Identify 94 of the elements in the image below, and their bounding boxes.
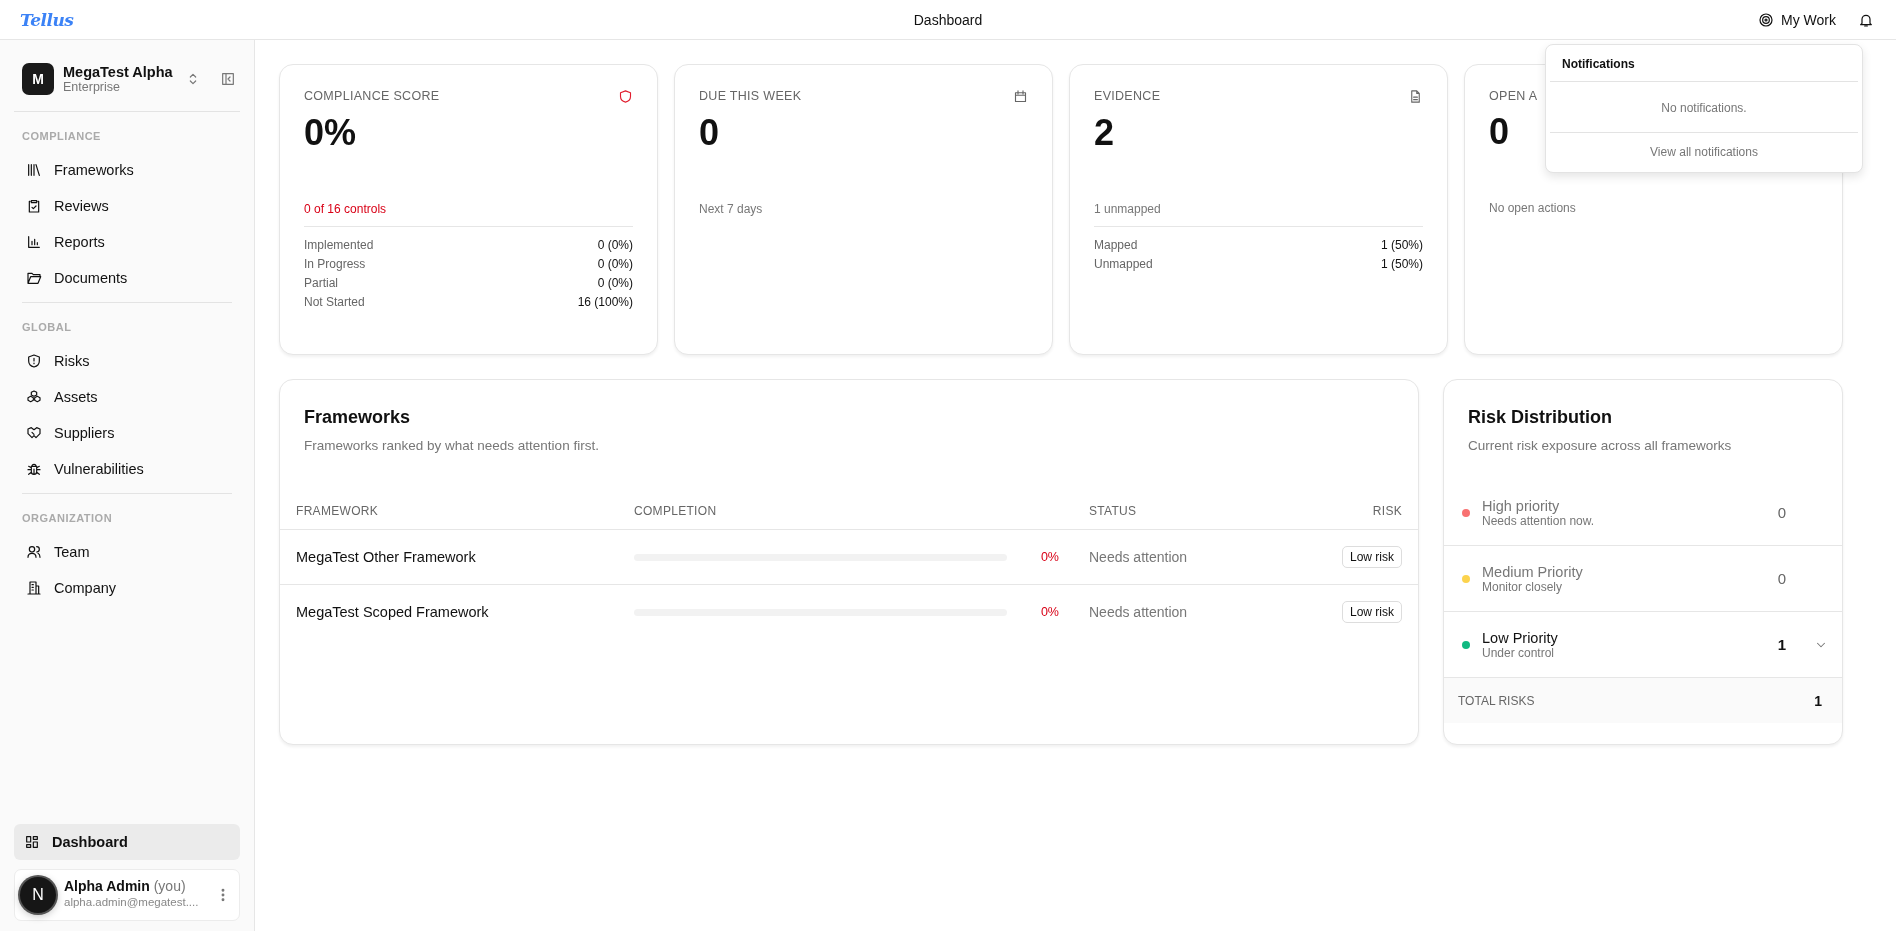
cubes-icon xyxy=(26,389,42,405)
nav-item[interactable]: Suppliers xyxy=(22,415,232,451)
stat-number: 1 (50%) xyxy=(1380,257,1423,271)
handshake-icon xyxy=(26,425,42,441)
risk-badge: Low risk xyxy=(1342,601,1402,623)
section-label: COMPLIANCE xyxy=(22,129,102,144)
stat-note: 1 unmapped xyxy=(1094,202,1161,216)
stat-value: 2 xyxy=(1094,112,1115,154)
card-heading: Risk Distribution xyxy=(1467,406,1613,428)
nav-item[interactable]: Dashboard xyxy=(14,824,240,860)
user-email: alpha.admin@megatest.... xyxy=(64,895,199,911)
stat-number: 0 (0%) xyxy=(597,238,633,252)
total-count: 1 xyxy=(1814,692,1822,709)
nav-item[interactable]: Risks xyxy=(22,343,232,379)
completion-percent: 0% xyxy=(1040,605,1059,619)
org-name[interactable]: MegaTest Alpha xyxy=(63,64,176,80)
org-plan: Enterprise xyxy=(63,80,121,94)
library-icon xyxy=(26,162,42,178)
nav-item[interactable]: Vulnerabilities xyxy=(22,451,232,487)
column-header: COMPLETION xyxy=(634,504,718,518)
priority-count: 0 xyxy=(1777,570,1786,587)
users-icon xyxy=(26,544,42,560)
priority-count: 0 xyxy=(1777,504,1786,521)
popover-title: Notifications xyxy=(1550,45,1858,82)
stat-note: 0 of 16 controls xyxy=(304,202,387,216)
nav-item[interactable]: Assets xyxy=(22,379,232,415)
stat-label: Unmapped xyxy=(1094,257,1153,271)
risk-badge: Low risk xyxy=(1342,546,1402,568)
nav-item[interactable]: Company xyxy=(22,570,232,606)
framework-name[interactable]: MegaTest Scoped Framework xyxy=(296,604,634,620)
stat-label: Not Started xyxy=(304,295,365,309)
column-header: RISK xyxy=(1371,504,1402,518)
priority-count: 1 xyxy=(1777,636,1786,653)
user-card[interactable]: N Alpha Admin (you) alpha.admin@megatest.... xyxy=(14,869,240,921)
section-label: GLOBAL xyxy=(22,320,73,335)
folder-icon xyxy=(26,270,42,286)
nav-item[interactable]: Frameworks xyxy=(22,152,232,188)
card-heading: Frameworks xyxy=(303,406,412,428)
nav-item[interactable]: Documents xyxy=(22,260,232,296)
priority-note: Under control xyxy=(1482,645,1555,660)
stat-label: Mapped xyxy=(1094,238,1138,252)
stat-number: 16 (100%) xyxy=(577,295,633,309)
grid-icon xyxy=(24,834,40,850)
stat-label: Partial xyxy=(304,276,338,290)
nav-item[interactable]: Team xyxy=(22,534,232,570)
column-header: FRAMEWORK xyxy=(296,504,380,518)
nav-item[interactable]: Reports xyxy=(22,224,232,260)
user-name: Alpha Admin (you) xyxy=(64,878,186,895)
stat-number: 1 (50%) xyxy=(1380,238,1423,252)
priority-label: Medium Priority xyxy=(1482,563,1584,580)
card-subtitle: Frameworks ranked by what needs attention first. xyxy=(303,438,600,453)
calendar-icon xyxy=(1013,89,1028,104)
bar-chart-icon xyxy=(26,234,42,250)
status-text: Needs attention xyxy=(1089,604,1189,620)
priority-note: Needs attention now. xyxy=(1482,513,1596,528)
card-title: OPEN A xyxy=(1489,89,1538,103)
total-label: TOTAL RISKS xyxy=(1458,693,1535,708)
card-title: COMPLIANCE SCORE xyxy=(304,89,440,103)
card-title: DUE THIS WEEK xyxy=(699,89,802,103)
status-text: Needs attention xyxy=(1089,549,1189,565)
nav-item[interactable]: Reviews xyxy=(22,188,232,224)
my-work-button[interactable]: My Work xyxy=(1756,9,1838,30)
stat-note: Next 7 days xyxy=(699,202,763,216)
app-logo[interactable]: Tellus xyxy=(20,9,74,30)
priority-label: High priority xyxy=(1482,497,1561,514)
card-title: EVIDENCE xyxy=(1094,89,1161,103)
org-avatar: M xyxy=(22,63,54,95)
framework-name[interactable]: MegaTest Other Framework xyxy=(296,549,634,565)
view-all-link[interactable]: View all notifications xyxy=(1550,133,1858,172)
stat-value: 0 xyxy=(699,112,720,154)
target-icon xyxy=(1758,11,1775,28)
stat-number: 0 (0%) xyxy=(597,276,633,290)
priority-note: Monitor closely xyxy=(1482,579,1563,594)
completion-percent: 0% xyxy=(1040,550,1059,564)
priority-label: Low Priority xyxy=(1482,629,1559,646)
column-header: STATUS xyxy=(1089,504,1138,518)
stat-label: In Progress xyxy=(304,257,366,271)
stat-note: No open actions xyxy=(1489,201,1576,215)
user-avatar: N xyxy=(20,877,56,913)
stat-number: 0 (0%) xyxy=(597,257,633,271)
shield-icon xyxy=(618,89,633,104)
shield-icon xyxy=(26,353,42,369)
document-icon xyxy=(1408,89,1423,104)
stat-value: 0% xyxy=(304,112,357,154)
card-subtitle: Current risk exposure across all frameworks xyxy=(1468,438,1733,453)
section-label: ORGANIZATION xyxy=(22,511,114,526)
sidebar-collapse-icon[interactable] xyxy=(220,71,236,87)
clipboard-check-icon xyxy=(26,198,42,214)
building-icon xyxy=(26,580,42,596)
stat-value: 0 xyxy=(1489,111,1510,153)
stat-label: Implemented xyxy=(304,238,374,252)
empty-message: No notifications. xyxy=(1550,82,1858,133)
bug-icon xyxy=(26,461,42,477)
page-title: Dashboard xyxy=(913,11,983,28)
